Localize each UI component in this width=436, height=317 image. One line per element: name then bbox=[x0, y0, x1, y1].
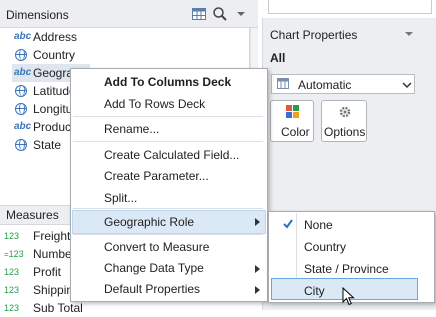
menu-item-change-data-type[interactable]: Change Data Type bbox=[104, 261, 204, 275]
number-type-icon: 123 bbox=[4, 303, 20, 313]
menu-item-add-to-columns[interactable]: Add To Columns Deck bbox=[104, 75, 231, 89]
string-type-icon: abc bbox=[14, 31, 32, 42]
globe-icon bbox=[14, 84, 32, 98]
mouse-cursor-icon bbox=[342, 286, 356, 307]
globe-icon bbox=[14, 138, 32, 152]
chevron-right-icon bbox=[255, 286, 260, 294]
menu-separator bbox=[73, 208, 263, 209]
mark-type-icon bbox=[277, 78, 289, 89]
globe-icon bbox=[14, 102, 32, 116]
chevron-down-icon[interactable] bbox=[404, 28, 414, 38]
menu-item-geographic-role[interactable]: Geographic Role bbox=[104, 215, 194, 229]
number-type-icon: 123 bbox=[4, 231, 20, 241]
chevron-down-icon[interactable] bbox=[235, 6, 251, 22]
chart-properties-title: Chart Properties bbox=[270, 28, 358, 42]
menu-item-default-properties[interactable]: Default Properties bbox=[104, 282, 200, 296]
menu-separator bbox=[73, 234, 263, 235]
grid-icon[interactable] bbox=[191, 6, 207, 22]
measures-title: Measures bbox=[6, 208, 59, 222]
menu-item-rename[interactable]: Rename... bbox=[104, 122, 159, 136]
string-type-icon: abc bbox=[14, 121, 32, 132]
dimension-item-country[interactable]: Country bbox=[0, 46, 250, 64]
mark-type-value: Automatic bbox=[298, 78, 352, 92]
menu-item-split[interactable]: Split... bbox=[104, 191, 137, 205]
chevron-down-icon bbox=[402, 79, 412, 89]
number-type-icon: 123 bbox=[4, 267, 20, 277]
menu-item-add-to-rows[interactable]: Add To Rows Deck bbox=[104, 97, 205, 111]
submenu-item-none[interactable]: None bbox=[304, 218, 333, 232]
menu-separator bbox=[73, 116, 263, 117]
dimension-item-address[interactable]: abc Address bbox=[0, 28, 250, 46]
submenu-item-country[interactable]: Country bbox=[304, 240, 346, 254]
color-button-label: Color bbox=[281, 125, 310, 139]
options-button-label: Options bbox=[324, 125, 366, 139]
calculated-number-icon: =123 bbox=[4, 249, 24, 259]
menu-separator bbox=[73, 141, 263, 142]
string-type-icon: abc bbox=[14, 67, 32, 78]
chart-properties-scope: All bbox=[270, 51, 286, 65]
dimensions-title: Dimensions bbox=[6, 8, 69, 22]
top-field-strip[interactable] bbox=[268, 0, 432, 14]
color-palette-icon bbox=[286, 105, 299, 118]
chevron-right-icon bbox=[255, 265, 260, 273]
check-icon bbox=[283, 218, 293, 229]
gear-icon bbox=[339, 106, 351, 118]
number-type-icon: 123 bbox=[4, 285, 20, 295]
menu-item-create-parameter[interactable]: Create Parameter... bbox=[104, 169, 209, 183]
submenu-item-city[interactable]: City bbox=[304, 284, 325, 298]
menu-item-convert-to-measure[interactable]: Convert to Measure bbox=[104, 240, 209, 254]
chevron-right-icon bbox=[255, 218, 260, 226]
search-icon[interactable] bbox=[212, 6, 228, 22]
submenu-item-state-province[interactable]: State / Province bbox=[304, 262, 389, 276]
menu-item-create-calculated-field[interactable]: Create Calculated Field... bbox=[104, 148, 239, 162]
globe-icon bbox=[14, 48, 32, 62]
